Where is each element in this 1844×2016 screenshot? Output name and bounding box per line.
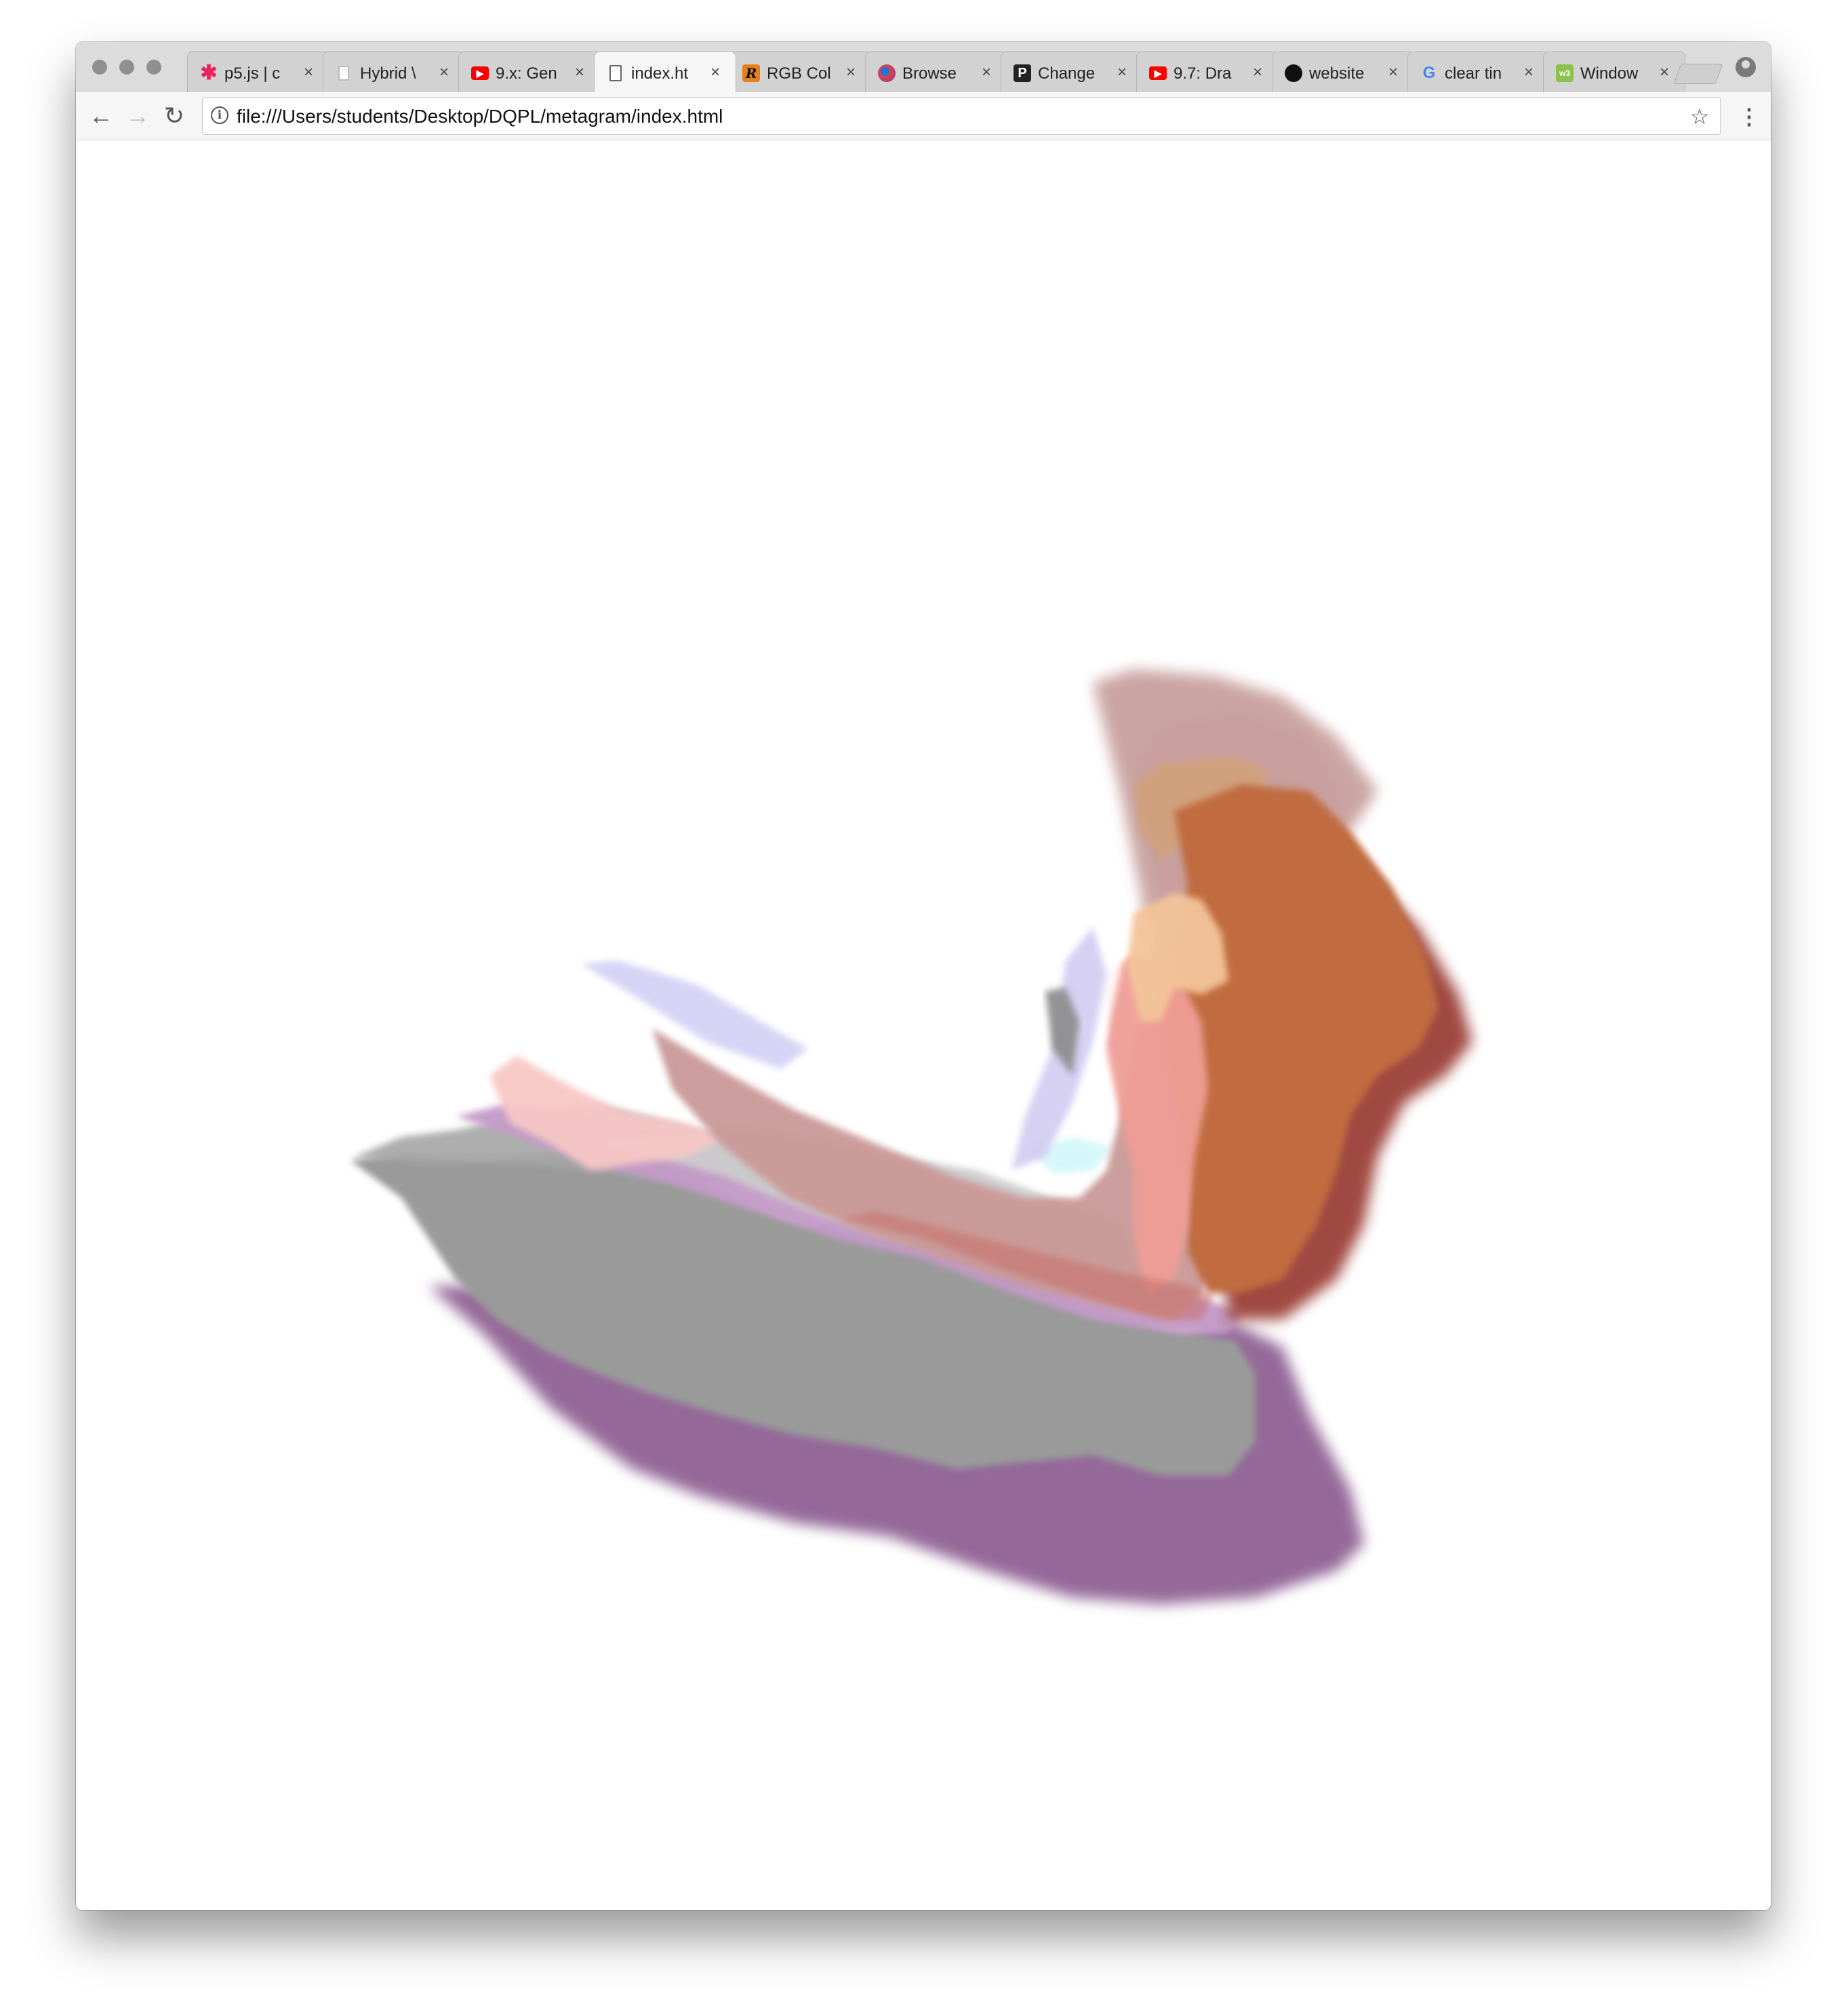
tab-w3-window[interactable]: w3 Window ×: [1543, 52, 1685, 92]
back-arrow-icon[interactable]: ←: [85, 100, 117, 132]
reload-icon[interactable]: ↻: [159, 100, 190, 132]
generative-artwork: [350, 669, 1472, 1605]
tab-index[interactable]: index.ht ×: [594, 52, 736, 92]
tab-close-icon[interactable]: ×: [1655, 63, 1674, 82]
bookmark-star-icon[interactable]: ☆: [1686, 103, 1713, 130]
url-text[interactable]: file:///Users/students/Desktop/DQPL/meta…: [237, 104, 723, 129]
minimize-window-dot[interactable]: [119, 60, 134, 75]
tab-title: Change: [1038, 64, 1096, 83]
tab-google-clear-tint[interactable]: G clear tin ×: [1407, 52, 1550, 92]
tab-title: p5.js | c: [224, 64, 281, 83]
tab-close-icon[interactable]: ×: [841, 63, 860, 82]
tab-title: RGB Col: [767, 64, 831, 83]
tab-github-website[interactable]: website ×: [1272, 52, 1414, 92]
p-icon: P: [1014, 64, 1031, 82]
tab-title: Window: [1580, 64, 1639, 83]
lavender-wisp-shape: [581, 961, 808, 1069]
zoom-window-dot[interactable]: [146, 60, 161, 75]
page-icon: [338, 66, 349, 81]
tab-youtube-97[interactable]: ▶ 9.7: Dra ×: [1136, 52, 1279, 92]
menu-icon[interactable]: ⋮: [1736, 102, 1763, 132]
p5js-asterisk-icon: ✱: [200, 62, 218, 84]
profile-icon[interactable]: [1736, 57, 1756, 77]
tab-close-icon[interactable]: ×: [570, 63, 589, 82]
youtube-icon: ▶: [471, 66, 489, 80]
info-icon[interactable]: i: [211, 106, 228, 124]
youtube-icon: ▶: [1149, 66, 1167, 80]
page-canvas: [76, 140, 1771, 1910]
address-bar[interactable]: i file:///Users/students/Desktop/DQPL/me…: [202, 97, 1721, 135]
tab-close-icon[interactable]: ×: [435, 63, 454, 82]
tab-title: website: [1309, 64, 1365, 83]
tab-hybrid[interactable]: Hybrid \ ×: [323, 52, 465, 92]
new-tab-button[interactable]: [1673, 64, 1723, 84]
tab-youtube-9x[interactable]: ▶ 9.x: Gen ×: [458, 52, 601, 92]
close-window-dot[interactable]: [92, 60, 107, 75]
tab-change[interactable]: P Change ×: [1001, 52, 1143, 92]
tab-title: 9.x: Gen: [496, 64, 557, 83]
tab-title: index.ht: [631, 64, 689, 83]
r-icon: R: [742, 64, 760, 82]
document-icon: [609, 65, 622, 81]
tab-close-icon[interactable]: ×: [1519, 63, 1538, 82]
tab-title: Hybrid \: [360, 64, 416, 83]
tab-close-icon[interactable]: ×: [299, 63, 318, 82]
google-icon: G: [1422, 64, 1436, 82]
tab-title: Browse: [902, 64, 957, 83]
tab-p5js[interactable]: ✱ p5.js | c ×: [187, 52, 329, 92]
browser-window: ✱ p5.js | c × Hybrid \ × ▶ 9.x: Gen × in…: [76, 42, 1771, 1910]
tab-strip: ✱ p5.js | c × Hybrid \ × ▶ 9.x: Gen × in…: [76, 42, 1771, 92]
browser-toolbar: ← → ↻ i file:///Users/students/Desktop/D…: [76, 92, 1771, 140]
tab-close-icon[interactable]: ×: [1384, 63, 1403, 82]
forward-arrow-icon[interactable]: →: [122, 100, 153, 132]
github-icon: [1285, 64, 1302, 82]
tab-browse[interactable]: Browse ×: [865, 52, 1007, 92]
w3-icon: w3: [1556, 64, 1574, 82]
tab-title: clear tin: [1445, 64, 1502, 83]
tab-close-icon[interactable]: ×: [1113, 63, 1131, 82]
tab-rgb-colors[interactable]: R RGB Col ×: [729, 52, 872, 92]
tab-close-icon[interactable]: ×: [977, 63, 996, 82]
tab-close-icon[interactable]: ×: [1248, 63, 1267, 82]
tab-close-icon[interactable]: ×: [706, 63, 725, 82]
tab-title: 9.7: Dra: [1174, 64, 1232, 83]
browser-logo-icon: [878, 64, 896, 82]
